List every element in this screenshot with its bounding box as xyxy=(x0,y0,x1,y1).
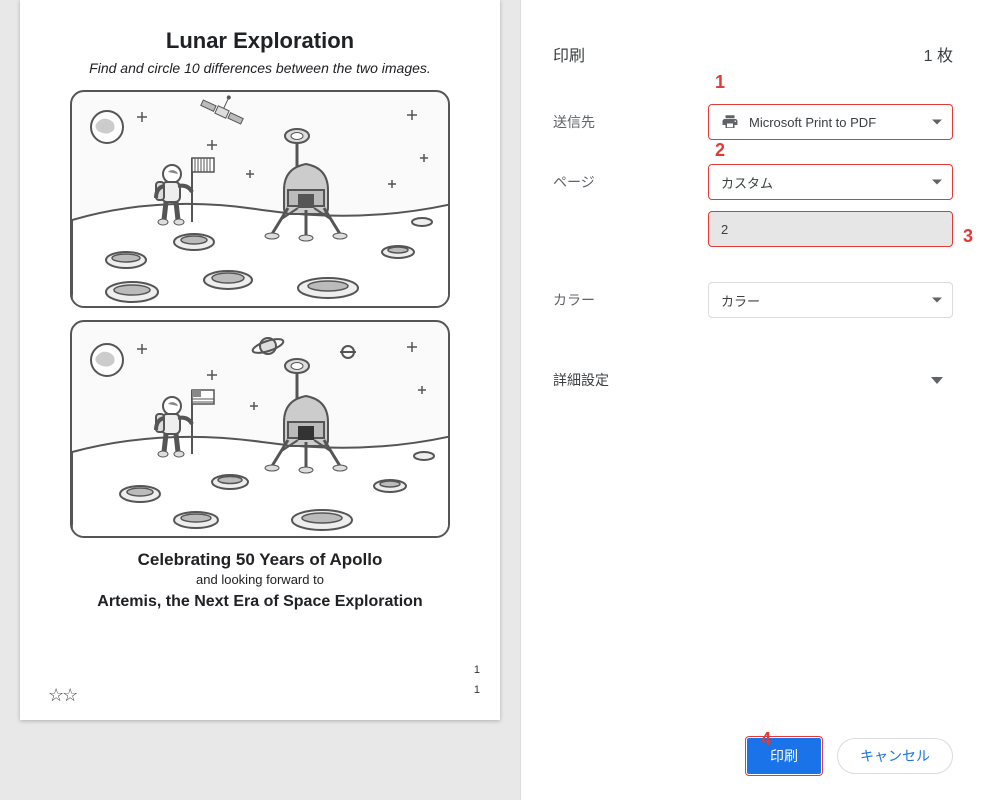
page-number-b: 1 xyxy=(474,684,480,696)
chevron-down-icon xyxy=(931,377,943,384)
scene-bottom xyxy=(70,320,450,538)
color-select[interactable]: カラー xyxy=(708,282,953,318)
footer-looking: and looking forward to xyxy=(50,572,470,587)
pages-input[interactable]: 2 xyxy=(708,211,953,247)
color-value: カラー xyxy=(721,291,760,310)
dialog-footer: 印刷 キャンセル xyxy=(747,738,953,774)
row-destination: 送信先 Microsoft Print to PDF xyxy=(553,92,953,152)
pages-label: ページ xyxy=(553,172,708,192)
scene-top xyxy=(70,90,450,308)
print-button[interactable]: 印刷 xyxy=(747,738,821,774)
chevron-down-icon xyxy=(932,120,942,125)
annotation-3: 3 xyxy=(963,226,973,247)
star-rating: ☆☆ xyxy=(48,685,76,706)
chevron-down-icon xyxy=(932,180,942,185)
advanced-label: 詳細設定 xyxy=(553,370,609,390)
panel-header: 印刷 1 枚 xyxy=(553,24,953,84)
row-pages-input: 2 xyxy=(553,206,953,252)
destination-label: 送信先 xyxy=(553,112,708,132)
pages-input-value: 2 xyxy=(721,222,728,237)
page-footer: Celebrating 50 Years of Apollo and looki… xyxy=(50,550,470,611)
print-preview-pane: Lunar Exploration Find and circle 10 dif… xyxy=(0,0,520,800)
printer-icon xyxy=(721,113,739,131)
destination-value: Microsoft Print to PDF xyxy=(749,115,876,130)
sheet-count: 1 枚 xyxy=(924,42,953,66)
cancel-button-label: キャンセル xyxy=(860,746,930,766)
print-button-label: 印刷 xyxy=(770,746,798,766)
footer-artemis: Artemis, the Next Era of Space Explorati… xyxy=(50,593,470,611)
page-subtitle: Find and circle 10 differences between t… xyxy=(50,60,470,76)
destination-select[interactable]: Microsoft Print to PDF xyxy=(708,104,953,140)
color-label: カラー xyxy=(553,290,708,310)
cancel-button[interactable]: キャンセル xyxy=(837,738,953,774)
page-number-a: 1 xyxy=(474,664,480,676)
pages-mode-value: カスタム xyxy=(721,173,773,192)
lunar-scene-bottom-illustration xyxy=(72,322,450,538)
preview-page: Lunar Exploration Find and circle 10 dif… xyxy=(20,0,500,720)
footer-celebrating: Celebrating 50 Years of Apollo xyxy=(50,550,470,570)
row-pages: ページ カスタム xyxy=(553,152,953,212)
panel-title: 印刷 xyxy=(553,42,585,66)
print-settings-panel: 印刷 1 枚 送信先 Microsoft Print to PDF ページ カス… xyxy=(520,0,985,800)
row-color: カラー カラー xyxy=(553,270,953,330)
page-title: Lunar Exploration xyxy=(50,28,470,54)
pages-mode-select[interactable]: カスタム xyxy=(708,164,953,200)
advanced-toggle[interactable]: 詳細設定 xyxy=(553,350,953,410)
lunar-scene-top-illustration xyxy=(72,92,450,308)
chevron-down-icon xyxy=(932,298,942,303)
